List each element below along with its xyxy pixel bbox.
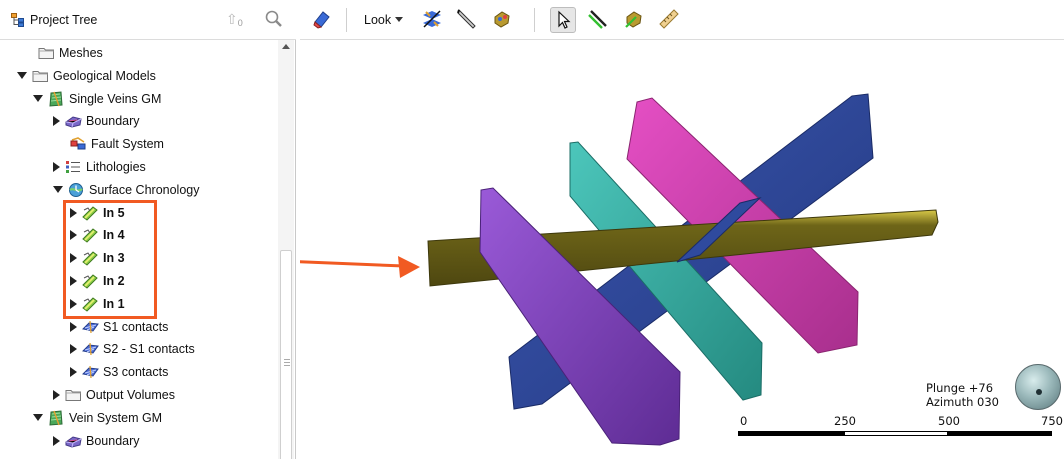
scale-label: 250 [834, 414, 856, 428]
toolbar-separator [534, 8, 535, 32]
tree-item-label: S2 - S1 contacts [103, 342, 195, 357]
scale-segment [738, 431, 844, 436]
tree-item-s3-contacts[interactable]: S3 contacts [70, 361, 168, 383]
project-tree-title: Project Tree [30, 13, 98, 27]
tree-item-label: Surface Chronology [89, 182, 200, 197]
scale-segment [948, 431, 1052, 436]
tree-item-meshes[interactable]: Meshes [33, 42, 103, 64]
tree-item-lithologies[interactable]: Lithologies [53, 156, 146, 178]
up-arrow-icon: ⇧ [226, 11, 238, 27]
search-icon[interactable] [264, 9, 284, 29]
project-tree-header: Project Tree ⇧0 [0, 0, 296, 40]
tree-item-vein-system-gm[interactable]: Vein System GM [33, 407, 162, 429]
collapsed-triangle-icon[interactable] [70, 367, 77, 378]
collapsed-triangle-icon[interactable] [70, 321, 77, 332]
expanded-triangle-icon[interactable] [33, 95, 43, 103]
tree-item-label: Single Veins GM [69, 91, 162, 106]
tree-item-label: Boundary [86, 433, 140, 448]
collapsed-triangle-icon[interactable] [70, 344, 77, 355]
draw-line-icon[interactable] [586, 7, 612, 33]
contacts-icon [82, 364, 99, 380]
azimuth-readout: Azimuth 030 [926, 395, 999, 409]
expanded-triangle-icon[interactable] [33, 414, 43, 422]
grip-line [284, 359, 290, 360]
boundary-icon [65, 113, 82, 129]
view-orientation: Plunge +76 Azimuth 030 [926, 381, 999, 409]
tree-item-label: Lithologies [86, 160, 146, 174]
chevron-down-icon [395, 17, 404, 22]
compass-center [1036, 389, 1042, 395]
scale-label: 0 [740, 414, 748, 428]
select-pointer-icon[interactable] [550, 7, 576, 33]
tree-item-boundary[interactable]: Boundary [53, 110, 140, 132]
tree-item-label: Vein System GM [69, 410, 163, 425]
orientation-compass-icon[interactable] [1015, 364, 1061, 410]
tree-item-label: S1 contacts [103, 319, 169, 334]
look-menu-label: Look [364, 13, 392, 27]
folder-icon [38, 45, 55, 61]
move-object-icon[interactable] [490, 7, 516, 33]
surface-chronology-icon [68, 182, 85, 198]
tree-item-single-veins-gm[interactable]: Single Veins GM [33, 88, 161, 110]
tree-item-boundary[interactable]: Boundary [53, 430, 140, 452]
scroll-up-icon[interactable] [282, 44, 290, 49]
collapsed-triangle-icon[interactable] [53, 162, 60, 172]
look-menu[interactable]: Look [364, 13, 404, 27]
tree-item-surface-chronology[interactable]: Surface Chronology [53, 179, 199, 201]
ruler-icon[interactable] [657, 7, 683, 33]
draw-slicer-icon[interactable] [420, 7, 446, 33]
pointer-arrow-line [300, 260, 405, 268]
scale-bar: 0 250 500 750 [738, 414, 1063, 444]
tree-item-geological-models[interactable]: Geological Models [17, 65, 156, 87]
tree-item-label: Meshes [59, 46, 103, 60]
tree-item-label: S3 contacts [103, 365, 169, 380]
tree-item-fault-system[interactable]: Fault System [53, 133, 164, 155]
scrollbar-thumb[interactable] [280, 250, 292, 459]
project-tree-icon [11, 13, 25, 27]
move-up-count: 0 [237, 18, 243, 28]
viewer-toolbar [300, 0, 1064, 40]
collapsed-triangle-icon[interactable] [53, 435, 60, 446]
tree-item-label: Geological Models [53, 68, 156, 83]
edit-object-icon[interactable] [622, 7, 648, 33]
surface-chronology-highlight [63, 200, 157, 319]
scale-segment [844, 431, 948, 436]
grip-line [284, 362, 290, 363]
contacts-icon [82, 319, 99, 335]
geological-model-icon [48, 91, 65, 107]
geological-model-icon [48, 410, 65, 426]
move-up-button[interactable]: ⇧0 [226, 11, 256, 29]
toolbar-separator [346, 8, 347, 32]
tree-item-s2-s1-contacts[interactable]: S2 - S1 contacts [70, 338, 195, 360]
expanded-triangle-icon[interactable] [53, 186, 63, 194]
tree-item-label: Boundary [86, 114, 140, 129]
fault-system-icon [70, 136, 87, 152]
tree-item-output-volumes[interactable]: Output Volumes [53, 384, 175, 406]
scale-label: 500 [938, 414, 960, 428]
collapsed-triangle-icon[interactable] [53, 116, 60, 127]
lithologies-icon [65, 159, 82, 175]
eraser-icon[interactable] [310, 7, 336, 33]
slice-knife-icon[interactable] [455, 7, 481, 33]
tree-item-label: Output Volumes [86, 388, 175, 402]
collapsed-triangle-icon[interactable] [53, 390, 60, 400]
folder-icon [32, 68, 49, 84]
tree-item-label: Fault System [91, 137, 164, 152]
contacts-icon [82, 341, 99, 357]
pointer-arrow-head [398, 256, 420, 278]
expanded-triangle-icon[interactable] [17, 72, 27, 80]
grip-line [284, 365, 290, 366]
boundary-icon [65, 433, 82, 449]
folder-icon [65, 387, 82, 403]
scale-label: 750 [1041, 414, 1063, 428]
plunge-readout: Plunge +76 [926, 381, 994, 395]
tree-scrollbar[interactable] [278, 40, 294, 459]
